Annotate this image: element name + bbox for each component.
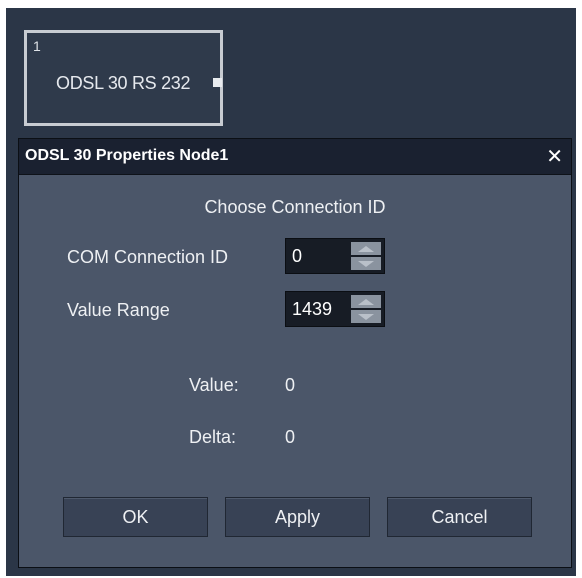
node-index: 1: [33, 38, 41, 54]
value-range-spinbox[interactable]: 1439: [285, 291, 385, 327]
spin-down-button[interactable]: [351, 257, 381, 270]
delta-readout: 0: [285, 427, 296, 447]
spin-up-button[interactable]: [351, 242, 381, 255]
close-icon[interactable]: ✕: [546, 144, 563, 169]
node-label: ODSL 30 RS 232: [56, 73, 191, 93]
value-readout-label: Value:: [189, 375, 239, 395]
triangle-up-icon: [358, 245, 374, 252]
value-range-value[interactable]: 1439: [292, 299, 332, 320]
triangle-down-icon: [358, 313, 374, 320]
cancel-button[interactable]: Cancel: [387, 497, 532, 537]
ok-button[interactable]: OK: [63, 497, 208, 537]
spin-down-button[interactable]: [351, 310, 381, 323]
com-connection-id-label: COM Connection ID: [67, 247, 229, 267]
delta-readout-label: Delta:: [189, 427, 237, 447]
spin-up-button[interactable]: [351, 295, 381, 308]
triangle-up-icon: [358, 298, 374, 305]
apply-button[interactable]: Apply: [225, 497, 370, 537]
dialog-title: ODSL 30 Properties Node1: [25, 147, 229, 164]
com-connection-id-value[interactable]: 0: [292, 246, 302, 267]
value-range-label: Value Range: [67, 300, 170, 320]
triangle-down-icon: [358, 260, 374, 267]
dialog-titlebar[interactable]: ODSL 30 Properties Node1 ✕: [19, 139, 571, 175]
value-readout: 0: [285, 375, 296, 395]
output-port-icon[interactable]: [213, 78, 222, 87]
dialog-heading: Choose Connection ID: [204, 197, 386, 217]
odsl-node[interactable]: 1 ODSL 30 RS 232: [24, 30, 223, 126]
properties-dialog: ODSL 30 Properties Node1 ✕ Choose Connec…: [18, 138, 572, 568]
dialog-content: Choose Connection ID COM Connection ID 0…: [19, 175, 571, 567]
com-connection-id-spinbox[interactable]: 0: [285, 238, 385, 274]
